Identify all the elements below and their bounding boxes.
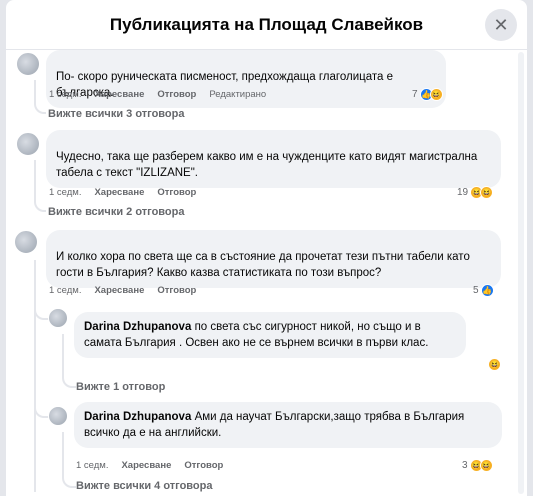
- comment-text: Чудесно, така ще разберем какво им е на …: [56, 151, 478, 179]
- thread-line: [62, 334, 76, 388]
- reaction-count: 5: [473, 285, 479, 296]
- avatar[interactable]: [48, 406, 68, 426]
- author-name[interactable]: [56, 57, 126, 65]
- reply-button[interactable]: Отговор: [157, 285, 196, 296]
- comment-actions: 1 седм. Харесване Отговор: [49, 187, 196, 198]
- like-button[interactable]: Харесване: [94, 285, 144, 296]
- close-button[interactable]: ✕: [485, 9, 517, 41]
- comment-actions: 1 седм. Харесване Отговор: [76, 460, 223, 471]
- author-name[interactable]: Darina Dzhupanova: [84, 411, 191, 423]
- haha-icon: 😆: [479, 459, 493, 472]
- reaction-summary[interactable]: 5 👍: [473, 284, 494, 297]
- avatar[interactable]: [48, 308, 68, 328]
- close-icon: ✕: [493, 14, 509, 35]
- dialog-title: Публикацията на Площад Славейков: [109, 14, 424, 34]
- thread-line: [34, 160, 46, 212]
- comment-time[interactable]: 1 седм.: [49, 285, 81, 296]
- like-button[interactable]: Харесване: [94, 89, 144, 100]
- reply-button[interactable]: Отговор: [157, 89, 196, 100]
- haha-icon: 😆: [480, 186, 494, 199]
- comment-time[interactable]: 1 седм.: [49, 187, 81, 198]
- dialog-header: Публикацията на Площад Славейков ✕: [6, 0, 527, 50]
- haha-icon: 😆: [429, 88, 443, 101]
- reply-button[interactable]: Отговор: [157, 187, 196, 198]
- comment-time[interactable]: 1 седм.: [76, 460, 108, 471]
- scrollbar[interactable]: [518, 52, 524, 494]
- thread-line: [62, 432, 76, 488]
- reaction-summary[interactable]: 3 😆 😆: [462, 459, 493, 472]
- comment-time[interactable]: 1 седм.: [49, 89, 81, 100]
- comment-actions: 1 седм. Харесване Отговор Редактирано: [49, 89, 266, 100]
- like-button[interactable]: Харесване: [121, 460, 171, 471]
- author-name[interactable]: Darina Dzhupanova: [84, 321, 191, 333]
- thread-line: [34, 80, 46, 114]
- reaction-count: 3: [462, 460, 468, 471]
- view-replies-link[interactable]: Вижте всички 3 отговора: [48, 108, 184, 120]
- avatar[interactable]: [14, 230, 38, 254]
- reply-button[interactable]: Отговор: [184, 460, 223, 471]
- comment-bubble: И колко хора по света ще са в състояние …: [46, 230, 501, 288]
- comment-bubble: Чудесно, така ще разберем какво им е на …: [46, 130, 501, 188]
- avatar[interactable]: [16, 52, 40, 76]
- like-button[interactable]: Харесване: [94, 187, 144, 198]
- comment-text: И колко хора по света ще са в състояние …: [56, 251, 470, 279]
- view-replies-link[interactable]: Вижте всички 4 отговора: [76, 480, 212, 492]
- comments-list[interactable]: По- скоро руническата писменост, предхож…: [6, 50, 527, 496]
- reaction-count: 19: [457, 187, 469, 198]
- reaction-summary[interactable]: 19 😆 😆: [457, 186, 494, 199]
- author-name[interactable]: [56, 137, 126, 145]
- reply-bubble: Darina Dzhupanova по света със сигурност…: [74, 312, 466, 358]
- reaction-summary[interactable]: 😆: [488, 358, 501, 371]
- view-replies-link[interactable]: Вижте 1 отговор: [76, 381, 165, 393]
- thread-line: [34, 260, 36, 492]
- edited-label[interactable]: Редактирано: [209, 89, 266, 100]
- reply-bubble: Darina Dzhupanova Ами да научат Българск…: [74, 402, 502, 448]
- post-dialog: Публикацията на Площад Славейков ✕ По- с…: [6, 0, 527, 496]
- comment-actions: 1 седм. Харесване Отговор: [49, 285, 196, 296]
- like-icon: 👍: [480, 284, 494, 297]
- reaction-count: 7: [412, 89, 418, 100]
- avatar[interactable]: [16, 132, 40, 156]
- view-replies-link[interactable]: Вижте всички 2 отговора: [48, 206, 184, 218]
- reaction-summary[interactable]: 7 👍 😆: [412, 88, 443, 101]
- author-name[interactable]: [56, 237, 126, 245]
- haha-icon: 😆: [488, 358, 501, 371]
